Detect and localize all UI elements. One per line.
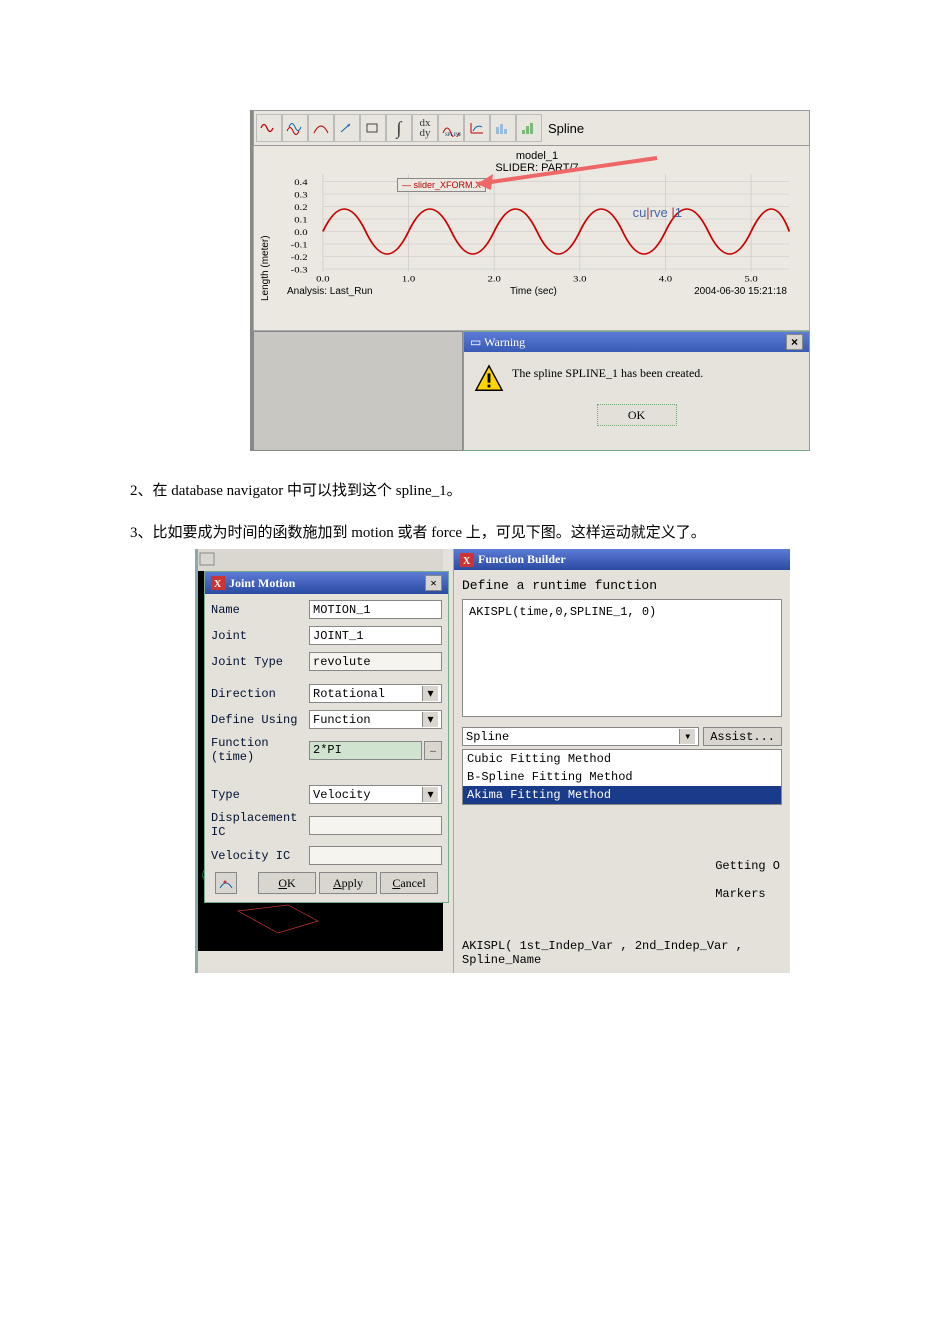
type-select[interactable]: Velocity▾: [309, 785, 442, 804]
tool-integral-icon[interactable]: ∫: [386, 114, 412, 142]
plot-area: Length (meter) model_1 SLIDER: PART/7 — …: [253, 146, 810, 331]
tool-derivative-icon[interactable]: dxdy: [412, 114, 438, 142]
curve-icon-button[interactable]: [215, 872, 237, 894]
svg-text:0.4: 0.4: [294, 178, 307, 188]
spline-label: Spline: [548, 121, 584, 136]
warning-icon: [474, 364, 504, 394]
tool-rect-icon[interactable]: [360, 114, 386, 142]
ok-button[interactable]: OK: [258, 872, 316, 894]
window-corner-icon: [198, 551, 220, 569]
paragraph-3: 3、比如要成为时间的函数施加到 motion 或者 force 上，可见下图。这…: [130, 521, 820, 545]
svg-text:0.1: 0.1: [294, 216, 307, 226]
direction-label: Direction: [211, 687, 309, 701]
function-builder-dialog: X Function Builder Define a runtime func…: [453, 549, 790, 973]
joint-type-label: Joint Type: [211, 655, 309, 669]
name-field[interactable]: MOTION_1: [309, 600, 442, 619]
svg-text:0.3: 0.3: [294, 191, 307, 201]
side-labels: Getting O Markers: [715, 859, 780, 915]
svg-text:1.0: 1.0: [402, 274, 415, 284]
displacement-ic-label: Displacement IC: [211, 811, 309, 839]
plot-legend: — slider_XFORM.X: [397, 178, 486, 192]
joint-motion-dialog: X Joint Motion × NameMOTION_1 JointJOINT…: [204, 571, 449, 903]
svg-text:3.0: 3.0: [573, 274, 586, 284]
tool-bar-icon[interactable]: [516, 114, 542, 142]
svg-text:X: X: [214, 579, 222, 590]
chevron-down-icon[interactable]: ▾: [422, 686, 438, 701]
velocity-ic-label: Velocity IC: [211, 849, 309, 863]
list-item-selected[interactable]: Akima Fitting Method: [463, 786, 781, 804]
function-signature: AKISPL( 1st_Indep_Var , 2nd_Indep_Var , …: [462, 939, 790, 967]
function-time-field[interactable]: 2*PI: [309, 741, 422, 760]
fitting-method-list[interactable]: Cubic Fitting Method B-Spline Fitting Me…: [462, 749, 782, 805]
dialog-icon: X: [460, 553, 474, 567]
plot-toolbar: ∫ dxdy SPLINE Spline: [253, 110, 810, 146]
warning-title-icon: ▭: [470, 335, 481, 349]
close-button[interactable]: ×: [425, 575, 442, 591]
direction-select[interactable]: Rotational▾: [309, 684, 442, 703]
tool-sine-icon[interactable]: [256, 114, 282, 142]
assist-button[interactable]: Assist...: [703, 727, 782, 746]
browse-button[interactable]: …: [424, 741, 442, 760]
list-item[interactable]: B-Spline Fitting Method: [463, 768, 781, 786]
tool-wave-icon[interactable]: [282, 114, 308, 142]
define-using-select[interactable]: Function▾: [309, 710, 442, 729]
type-label: Type: [211, 788, 309, 802]
joint-label: Joint: [211, 629, 309, 643]
velocity-ic-field: [309, 846, 442, 865]
function-builder-title: Function Builder: [478, 552, 566, 567]
plot-title-1: model_1: [277, 150, 797, 162]
svg-text:4.0: 4.0: [659, 274, 672, 284]
svg-text:-0.3: -0.3: [291, 266, 308, 276]
joint-type-field: revolute: [309, 652, 442, 671]
plot-y-axis-label: Length (meter): [260, 156, 271, 305]
gray-panel: [253, 331, 463, 451]
svg-text:X: X: [463, 556, 471, 567]
warning-message: The spline SPLINE_1 has been created.: [512, 364, 703, 381]
plot-window: ∫ dxdy SPLINE Spline Length (meter) mode…: [250, 110, 810, 451]
category-select[interactable]: Spline▾: [462, 727, 699, 746]
warning-dialog: ▭ Warning × The spline SPLINE_1 has been…: [463, 331, 810, 451]
svg-text:-0.1: -0.1: [291, 241, 308, 251]
svg-text:SPLINE: SPLINE: [445, 133, 461, 137]
svg-text:5.0: 5.0: [744, 274, 757, 284]
paragraph-2: 2、在 database navigator 中可以找到这个 spline_1。: [130, 479, 820, 503]
svg-text:0.0: 0.0: [294, 228, 307, 238]
tool-histogram-icon[interactable]: [490, 114, 516, 142]
chevron-down-icon[interactable]: ▾: [422, 712, 438, 727]
plot-timestamp: 2004-06-30 15:21:18: [694, 286, 787, 297]
tool-spline-icon[interactable]: SPLINE: [438, 114, 464, 142]
apply-button[interactable]: Apply: [319, 872, 377, 894]
list-item[interactable]: Cubic Fitting Method: [463, 750, 781, 768]
warning-title: Warning: [484, 335, 525, 349]
svg-text:0.2: 0.2: [294, 203, 307, 213]
plot-analysis-label: Analysis: Last_Run: [287, 286, 373, 297]
svg-text:0.0: 0.0: [316, 274, 329, 284]
function-code-area[interactable]: AKISPL(time,0,SPLINE_1, 0): [462, 599, 782, 717]
name-label: Name: [211, 603, 309, 617]
close-button[interactable]: ×: [786, 334, 803, 350]
dialog-icon: X: [211, 576, 225, 590]
fb-subtitle: Define a runtime function: [462, 578, 782, 593]
plot-x-axis-label: Time (sec): [510, 286, 557, 297]
plot-curve: 0.4 0.3 0.2 0.1 0.0 -0.1 -0.2 -0.3 0.0 1…: [277, 174, 797, 284]
chevron-down-icon[interactable]: ▾: [679, 729, 695, 744]
define-using-label: Define Using: [211, 713, 309, 727]
chevron-down-icon[interactable]: ▾: [422, 787, 438, 802]
svg-text:-0.2: -0.2: [291, 253, 308, 263]
plot-title-2: SLIDER: PART/7: [277, 162, 797, 174]
joint-field[interactable]: JOINT_1: [309, 626, 442, 645]
tool-arrow-icon[interactable]: [334, 114, 360, 142]
tool-curve-icon[interactable]: [308, 114, 334, 142]
dialog-screenshot: X Joint Motion × NameMOTION_1 JointJOINT…: [195, 549, 790, 973]
displacement-ic-field: [309, 816, 442, 835]
ok-button[interactable]: OK: [597, 404, 677, 426]
joint-motion-title: Joint Motion: [229, 576, 295, 591]
function-time-label: Function (time): [211, 736, 309, 764]
tool-axis-icon[interactable]: [464, 114, 490, 142]
cancel-button[interactable]: Cancel: [380, 872, 438, 894]
svg-text:2.0: 2.0: [487, 274, 500, 284]
curve-annotation: cu|rve |1: [633, 205, 682, 220]
